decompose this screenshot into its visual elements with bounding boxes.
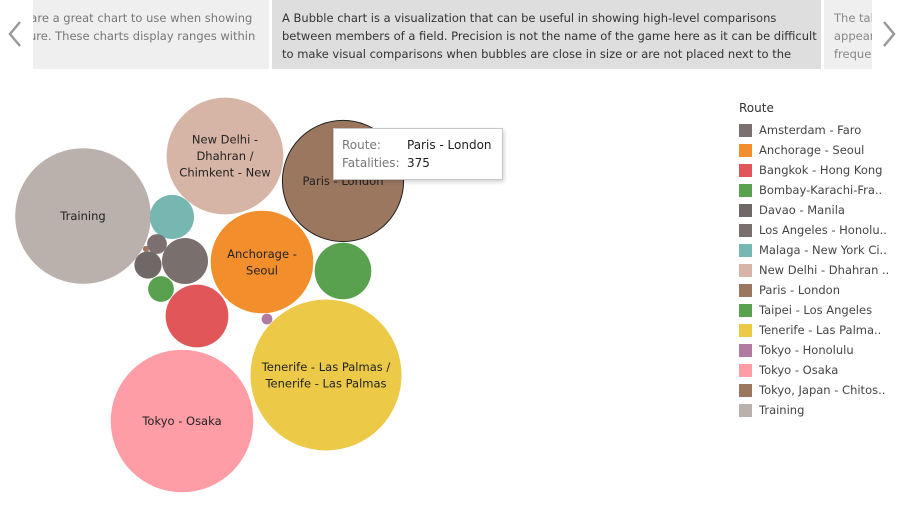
legend-label: Tenerife - Las Palma.. (759, 323, 882, 337)
legend-swatch (739, 223, 752, 237)
legend-swatch (739, 363, 752, 377)
bubble-label: New Delhi - (192, 133, 258, 147)
legend: Route Amsterdam - Faro Anchorage - Seoul B… (739, 101, 913, 420)
bubble[interactable] (314, 242, 372, 300)
legend-label: Davao - Manila (759, 203, 845, 217)
previous-caption-line: , are a great chart to use when showing (33, 11, 253, 25)
legend-swatch (739, 383, 752, 397)
legend-item[interactable]: Malaga - New York Ci.. (739, 240, 913, 260)
legend-title: Route (739, 101, 774, 115)
legend-swatch (739, 203, 752, 217)
bubble-label: Tenerife - Las Palmas / (261, 360, 391, 374)
legend-item[interactable]: Amsterdam - Faro (739, 120, 913, 140)
bubble-label: Chimkent - New (179, 166, 270, 180)
legend-label: Tokyo - Honolulu (759, 343, 854, 357)
legend-swatch (739, 283, 752, 297)
bubble[interactable] (261, 313, 273, 325)
legend-label: Amsterdam - Faro (759, 123, 862, 137)
legend-swatch (739, 263, 752, 277)
legend-label: Tokyo - Osaka (759, 363, 839, 377)
next-caption-line: appear (834, 29, 872, 43)
bubble[interactable] (134, 251, 162, 279)
legend-item[interactable]: Anchorage - Seoul (739, 140, 913, 160)
legend-item[interactable]: Training (739, 400, 913, 420)
legend-swatch (739, 243, 752, 257)
bubble[interactable] (147, 234, 167, 254)
legend-swatch (739, 183, 752, 197)
bubble-label: Training (59, 209, 105, 223)
tooltip-fatalities-key: Fatalities: (342, 156, 400, 170)
legend-item[interactable]: New Delhi - Dhahran .. (739, 260, 913, 280)
legend-item[interactable]: Tokyo, Japan - Chitos.. (739, 380, 913, 400)
tooltip-route-value: Paris - London (407, 138, 492, 152)
previous-caption-card[interactable]: , are a great chart to use when showing … (33, 0, 269, 69)
next-caption-card[interactable]: The tal appear freque (824, 0, 872, 69)
bubble-label: Seoul (246, 263, 278, 277)
legend-label: Los Angeles - Honolu.. (759, 223, 887, 237)
legend-label: Taipei - Los Angeles (759, 303, 873, 317)
legend-items: Amsterdam - Faro Anchorage - Seoul Bangkok… (739, 120, 913, 420)
legend-label: New Delhi - Dhahran .. (759, 263, 890, 277)
legend-item[interactable]: Davao - Manila (739, 200, 913, 220)
legend-swatch (739, 403, 752, 417)
bubble[interactable] (142, 245, 150, 253)
bubble[interactable] (149, 194, 195, 240)
legend-swatch (739, 143, 752, 157)
legend-swatch (739, 343, 752, 357)
legend-item[interactable]: Tokyo - Osaka (739, 360, 913, 380)
legend-label: Tokyo, Japan - Chitos.. (759, 383, 886, 397)
bubble[interactable] (162, 238, 208, 284)
legend-item[interactable]: Bombay-Karachi-Fra.. (739, 180, 913, 200)
next-caption-line: The tal (834, 11, 872, 25)
legend-swatch (739, 323, 752, 337)
bubble-label: Anchorage - (227, 247, 297, 261)
bubble-label: Tenerife - Las Palmas (264, 376, 386, 390)
story-carousel: , are a great chart to use when showing … (0, 0, 913, 70)
legend-item[interactable]: Tokyo - Honolulu (739, 340, 913, 360)
legend-label: Training (759, 403, 805, 417)
legend-item[interactable]: Bangkok - Hong Kong (739, 160, 913, 180)
current-caption-line: A Bubble chart is a visualization that c… (282, 11, 777, 25)
bubble[interactable] (210, 210, 314, 314)
next-caption-line: freque (834, 47, 872, 61)
bubble[interactable] (250, 299, 402, 451)
legend-swatch (739, 123, 752, 137)
legend-label: Bombay-Karachi-Fra.. (759, 183, 883, 197)
legend-swatch (739, 303, 752, 317)
tooltip-fatalities-value: 375 (407, 156, 430, 170)
bubble[interactable] (165, 284, 229, 348)
previous-arrow-icon[interactable] (2, 14, 28, 54)
legend-item[interactable]: Los Angeles - Honolu.. (739, 220, 913, 240)
legend-label: Bangkok - Hong Kong (759, 163, 883, 177)
bubble-label: Tokyo - Osaka (141, 414, 221, 428)
legend-item[interactable]: Tenerife - Las Palma.. (739, 320, 913, 340)
bubble[interactable] (148, 276, 174, 302)
current-caption-line: to make visual comparisons when bubbles … (282, 47, 792, 61)
tooltip-route-key: Route: (342, 138, 381, 152)
next-arrow-icon[interactable] (876, 14, 902, 54)
legend-item[interactable]: Paris - London (739, 280, 913, 300)
tooltip: Route: Paris - London Fatalities: 375 (333, 128, 503, 180)
legend-swatch (739, 163, 752, 177)
previous-caption-line: sure. These charts display ranges within (33, 29, 256, 43)
current-caption-card[interactable]: A Bubble chart is a visualization that c… (272, 0, 821, 69)
current-caption-line: between members of a field. Precision is… (282, 29, 817, 43)
legend-item[interactable]: Taipei - Los Angeles (739, 300, 913, 320)
legend-label: Paris - London (759, 283, 840, 297)
legend-label: Malaga - New York Ci.. (759, 243, 887, 257)
bubble-label: Dhahran / (196, 149, 253, 163)
legend-label: Anchorage - Seoul (759, 143, 865, 157)
